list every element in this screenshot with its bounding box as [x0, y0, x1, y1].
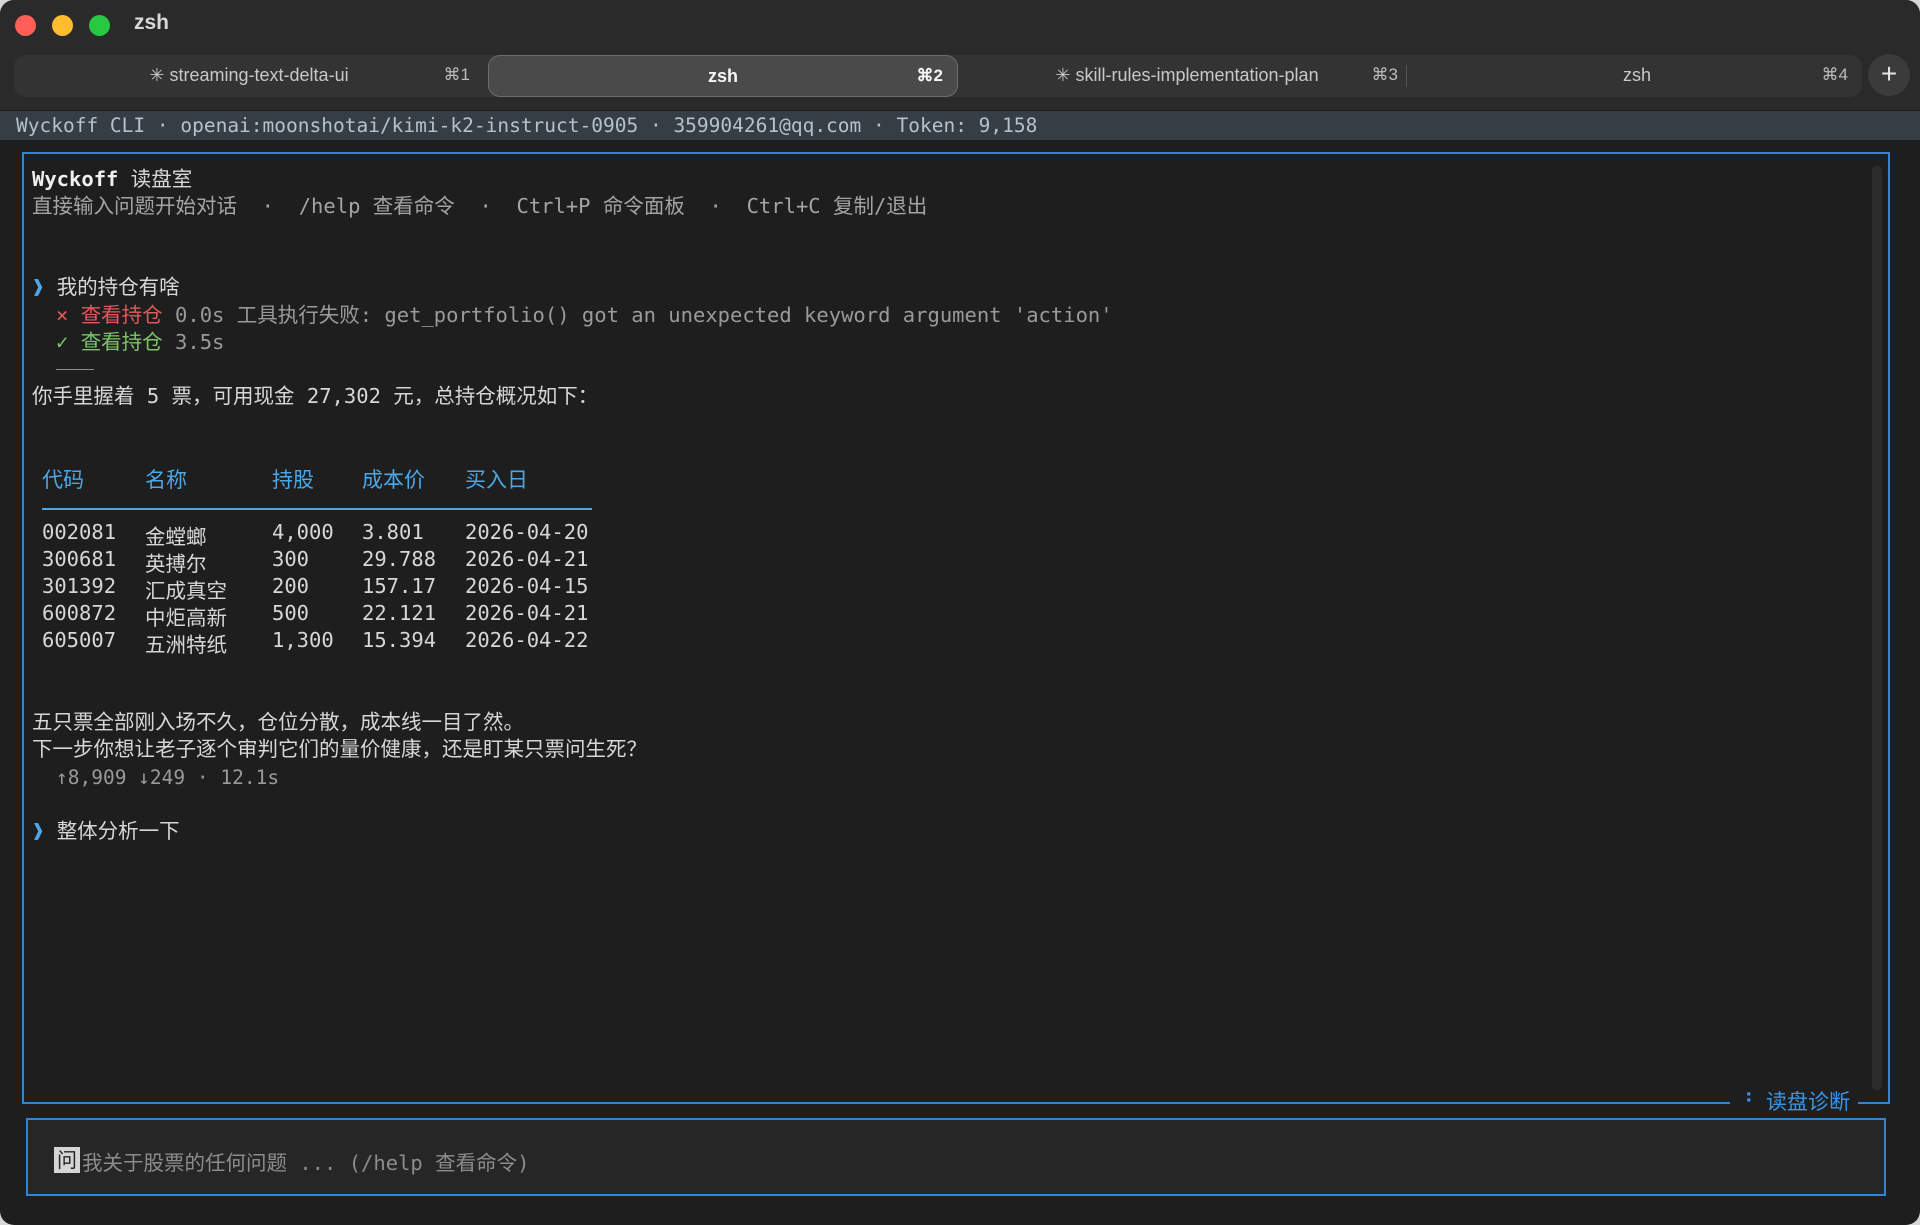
- tab-zsh-4[interactable]: zsh ⌘4: [1412, 55, 1862, 97]
- terminal-window: zsh ✳ streaming-text-delta-ui ⌘1 zsh ⌘2 …: [0, 0, 1920, 1225]
- tab-label: ✳ streaming-text-delta-ui: [149, 65, 349, 85]
- tab-shortcut: ⌘3: [1371, 65, 1398, 84]
- cell-code: 301392: [42, 574, 117, 598]
- tab-shortcut: ⌘4: [1821, 65, 1848, 84]
- user-message-text: 整体分析一下: [56, 819, 180, 843]
- title-bar: zsh: [0, 0, 1920, 50]
- cell-cost: 3.801: [362, 520, 424, 544]
- cell-buy-date: 2026-04-15: [465, 574, 589, 598]
- cell-name: 五洲特纸: [145, 633, 227, 657]
- minimize-window-button[interactable]: [52, 15, 73, 36]
- app-header-line: Wyckoff 读盘室: [32, 166, 192, 193]
- cell-shares: 300: [272, 547, 310, 571]
- prompt-chevron-icon: ❱: [32, 275, 45, 299]
- token-usage-meta: ↑8,909 ↓249 · 12.1s: [56, 766, 280, 789]
- prompt-chevron-icon: ❱: [32, 819, 45, 843]
- room-title: 读盘室: [130, 167, 193, 191]
- column-header-code: 代码: [42, 468, 84, 492]
- tab-streaming-text-delta-ui[interactable]: ✳ streaming-text-delta-ui ⌘1: [14, 55, 484, 97]
- tool-call-error: × 查看持仓 0.0s 工具执行失败: get_portfolio() got …: [56, 302, 1113, 329]
- cli-status-line: Wyckoff CLI · openai:moonshotai/kimi-k2-…: [0, 111, 1920, 140]
- cell-name: 英搏尔: [145, 552, 207, 576]
- user-message-2: ❱ 整体分析一下: [32, 818, 180, 845]
- table-header-rule: [42, 508, 592, 510]
- tab-bar: ✳ streaming-text-delta-ui ⌘1 zsh ⌘2 ✳ sk…: [0, 50, 1920, 110]
- cell-cost: 22.121: [362, 601, 437, 625]
- cell-code: 002081: [42, 520, 117, 544]
- tool-call-success: ✓ 查看持仓 3.5s: [56, 329, 224, 356]
- reply-question: 下一步你想让老子逐个审判它们的量价健康，还是盯某只票问生死？: [32, 737, 647, 761]
- cell-shares: 1,300: [272, 628, 334, 652]
- tab-label: zsh: [707, 66, 738, 86]
- tool-duration: 3.5s: [175, 330, 225, 354]
- cell-buy-date: 2026-04-21: [465, 601, 589, 625]
- close-window-button[interactable]: [15, 15, 36, 36]
- tab-shortcut: ⌘2: [916, 66, 943, 85]
- cell-shares: 500: [272, 601, 310, 625]
- reading-diagnosis-label: ⠘ 读盘诊断: [1729, 1086, 1858, 1116]
- tool-error-detail: 0.0s 工具执行失败: get_portfolio() got an unex…: [175, 303, 1113, 327]
- check-icon: ✓: [56, 330, 69, 354]
- column-header-buy-date: 买入日: [465, 468, 528, 492]
- chat-input-placeholder[interactable]: 我关于股票的任何问题 ... (/help 查看命令): [82, 1146, 529, 1176]
- cell-name: 中炬高新: [145, 606, 227, 630]
- cell-cost: 157.17: [362, 574, 437, 598]
- tool-name: 查看持仓: [80, 303, 163, 327]
- error-x-icon: ×: [56, 303, 69, 327]
- cell-name: 汇成真空: [145, 579, 227, 603]
- user-message-text: 我的持仓有啥: [56, 275, 180, 299]
- new-tab-button[interactable]: +: [1868, 54, 1910, 96]
- chat-input-box[interactable]: 问 我关于股票的任何问题 ... (/help 查看命令): [26, 1118, 1886, 1196]
- help-hint: 直接输入问题开始对话 · /help 查看命令 · Ctrl+P 命令面板 · …: [32, 194, 928, 218]
- tool-divider: [56, 369, 94, 370]
- cell-buy-date: 2026-04-22: [465, 628, 589, 652]
- cell-cost: 15.394: [362, 628, 437, 652]
- cell-buy-date: 2026-04-21: [465, 547, 589, 571]
- column-header-cost: 成本价: [362, 468, 425, 492]
- tab-shortcut: ⌘1: [443, 65, 470, 84]
- cell-code: 600872: [42, 601, 117, 625]
- conversation-panel[interactable]: Wyckoff 读盘室 直接输入问题开始对话 · /help 查看命令 · Ct…: [22, 152, 1890, 1116]
- column-header-name: 名称: [145, 468, 187, 492]
- column-header-shares: 持股: [272, 468, 314, 492]
- tab-zsh-active[interactable]: zsh ⌘2: [488, 55, 958, 97]
- cell-name: 金螳螂: [145, 525, 207, 549]
- cell-code: 300681: [42, 547, 117, 571]
- tab-skill-rules-implementation-plan[interactable]: ✳ skill-rules-implementation-plan ⌘3: [962, 55, 1412, 97]
- text-cursor: 问: [54, 1147, 80, 1173]
- cell-shares: 4,000: [272, 520, 334, 544]
- user-message-1: ❱ 我的持仓有啥: [32, 274, 180, 301]
- tab-label: ✳ skill-rules-implementation-plan: [1055, 65, 1319, 85]
- tab-separator: [1406, 65, 1407, 87]
- conversation-scrollbar[interactable]: [1872, 166, 1882, 1090]
- zoom-window-button[interactable]: [89, 15, 110, 36]
- window-title: zsh: [134, 11, 170, 34]
- app-name: Wyckoff: [32, 167, 119, 191]
- cell-code: 605007: [42, 628, 117, 652]
- tabs-track: ✳ streaming-text-delta-ui ⌘1 zsh ⌘2 ✳ sk…: [14, 55, 1862, 97]
- reply-summary: 五只票全部刚入场不久，仓位分散，成本线一目了然。: [32, 710, 524, 734]
- cell-shares: 200: [272, 574, 310, 598]
- tab-label: zsh: [1622, 65, 1651, 85]
- cell-buy-date: 2026-04-20: [465, 520, 589, 544]
- tool-name: 查看持仓: [80, 330, 163, 354]
- reply-intro: 你手里握着 5 票，可用现金 27,302 元，总持仓概况如下：: [32, 384, 599, 408]
- cell-cost: 29.788: [362, 547, 437, 571]
